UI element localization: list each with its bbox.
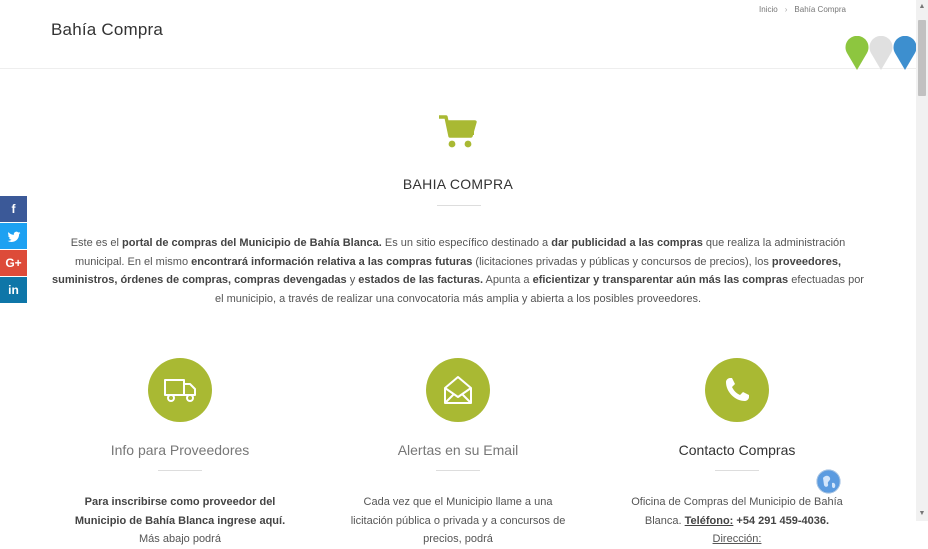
features.2.text-run: Dirección: <box>712 533 762 546</box>
feature-divider <box>158 470 202 471</box>
truck-icon <box>164 379 196 402</box>
section-heading: BAHIA COMPRA <box>402 176 514 192</box>
feature-divider <box>715 470 759 471</box>
intro-run: portal de compras del Municipio de Bahía… <box>122 237 382 249</box>
facebook-share-button[interactable]: f <box>0 196 27 222</box>
page-title: Bahía Compra <box>51 20 164 39</box>
twitter-icon <box>7 231 20 242</box>
breadcrumb-separator: › <box>784 5 788 14</box>
linkedin-icon: in <box>8 283 19 297</box>
feature-title: Alertas en su Email <box>397 442 519 458</box>
linkedin-share-button[interactable]: in <box>0 277 27 303</box>
feature-contacto: Contacto Compras Oficina de Compras del … <box>627 358 847 549</box>
intro-run: y <box>346 274 359 287</box>
feature-divider <box>436 470 480 471</box>
map-pins-logo-icon <box>845 36 917 70</box>
intro-run: encontrará información relativa a las co… <box>191 255 473 268</box>
intro-paragraph: Este es el portal de compras del Municip… <box>50 234 866 308</box>
social-share-bar: f G+ in <box>0 196 27 304</box>
scroll-down-arrow-icon[interactable]: ▼ <box>916 507 928 521</box>
intro-run: estados de las facturas. <box>358 274 484 287</box>
phone-icon <box>726 378 749 401</box>
shopping-cart-icon <box>439 115 477 148</box>
scroll-up-arrow-icon[interactable]: ▲ <box>916 0 928 14</box>
envelope-icon <box>444 376 472 404</box>
intro-run: Este es el <box>70 237 123 249</box>
vertical-scrollbar[interactable]: ▲ ▼ <box>916 0 928 521</box>
feature-proveedores: Info para Proveedores Para inscribirse c… <box>70 358 290 549</box>
intro-run: (licitaciones privadas y públicas y conc… <box>472 255 772 268</box>
section-divider <box>437 205 481 206</box>
google-plus-share-button[interactable]: G+ <box>0 250 27 276</box>
globe-icon[interactable] <box>816 469 841 494</box>
feature-icon-circle[interactable] <box>426 358 490 422</box>
feature-alertas: Alertas en su Email Cada vez que el Muni… <box>348 358 568 549</box>
twitter-share-button[interactable] <box>0 223 27 249</box>
google-plus-icon: G+ <box>5 256 22 270</box>
feature-title: Info para Proveedores <box>110 442 250 458</box>
feature-icon-circle[interactable] <box>705 358 769 422</box>
intro-run: eficientizar y transparentar aún más las… <box>532 274 789 287</box>
intro-run: Es un sitio específico destinado a <box>381 237 552 249</box>
scrollbar-thumb[interactable] <box>918 20 926 96</box>
feature-icon-circle[interactable] <box>148 358 212 422</box>
breadcrumb-home-link[interactable]: Inicio <box>759 5 778 14</box>
facebook-icon: f <box>11 202 16 216</box>
features.0.text-run: Más abajo podrá <box>139 533 221 546</box>
breadcrumb-current: Bahía Compra <box>794 5 846 14</box>
intro-run: dar publicidad a las compras <box>551 237 703 249</box>
site-header: Bahía Compra Inicio › Bahía Compra <box>0 0 917 70</box>
features.0.text-run: Para inscribirse como proveedor del Muni… <box>74 496 286 527</box>
intro-run: Apunta a <box>483 274 533 287</box>
breadcrumb: Inicio › Bahía Compra <box>759 5 846 14</box>
feature-title: Contacto Compras <box>678 442 796 458</box>
